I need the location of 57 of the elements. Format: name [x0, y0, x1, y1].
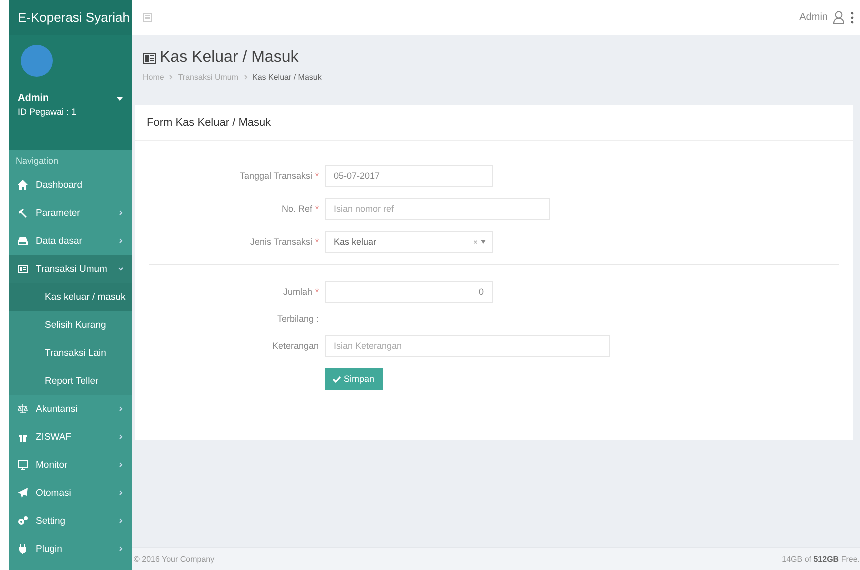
breadcrumb-current: Kas Keluar / Masuk	[252, 73, 322, 82]
app-title: E-Koperasi Syariah	[9, 0, 132, 35]
avatar	[21, 45, 53, 77]
menu-icon	[143, 13, 152, 22]
scale-icon	[18, 404, 28, 414]
user-icon	[833, 11, 845, 24]
chevron-right-icon	[244, 75, 248, 80]
number-field[interactable]: 0	[325, 281, 493, 303]
breadcrumb-link[interactable]: Home	[143, 73, 164, 82]
field-label: Tanggal Transaksi *	[238, 171, 320, 181]
monitor-icon	[18, 460, 28, 470]
input-field[interactable]: Isian nomor ref	[325, 198, 550, 220]
field-label: No. Ref *	[280, 204, 320, 214]
page-title: Kas Keluar / Masuk	[160, 49, 299, 67]
nav-subitem[interactable]: Transaksi Lain	[9, 339, 132, 367]
save-button[interactable]: Simpan	[325, 368, 383, 390]
nav-item[interactable]: ZISWAF	[9, 423, 132, 451]
more-icon	[851, 12, 854, 24]
nav-item[interactable]: Monitor	[9, 451, 132, 479]
nav-subitem[interactable]: Selisih Kurang	[9, 311, 132, 339]
card-icon	[143, 52, 156, 64]
nav-item[interactable]: Otomasi	[9, 479, 132, 507]
input-field[interactable]: Isian Keterangan	[325, 335, 610, 357]
breadcrumb-link[interactable]: Transaksi Umum	[178, 73, 238, 82]
nav-item[interactable]: Transaksi Umum	[9, 255, 132, 283]
nav-heading: Navigation	[15, 155, 60, 168]
paper-plane-icon	[18, 488, 28, 498]
nav-subitem[interactable]: Kas keluar / masuk	[9, 283, 132, 311]
select-field[interactable]: Kas keluar ×	[325, 231, 493, 253]
caret-icon	[117, 96, 123, 102]
input-field[interactable]: 05-07-2017	[325, 165, 493, 187]
card-icon	[18, 264, 28, 274]
user-name: Admin	[18, 93, 50, 104]
home-icon	[18, 180, 28, 190]
caret-icon	[481, 240, 486, 244]
card-title: Form Kas Keluar / Masuk	[135, 105, 853, 141]
storage-text: 14GB of 512GB Free.	[782, 554, 860, 564]
drive-icon	[18, 236, 28, 246]
field-label: Terbilang :	[276, 314, 320, 324]
check-icon	[333, 376, 341, 382]
nav-item[interactable]: Akuntansi	[9, 395, 132, 423]
wrench-icon	[18, 208, 28, 218]
plug-icon	[18, 544, 28, 554]
nav-item[interactable]: Parameter	[9, 199, 132, 227]
chevron-right-icon	[169, 75, 174, 80]
user-menu[interactable]: Admin	[800, 11, 845, 24]
nav-item[interactable]: Dashboard	[9, 171, 132, 199]
clear-icon[interactable]: ×	[473, 238, 478, 246]
field-label: Jumlah *	[282, 287, 320, 297]
nav-subitem[interactable]: Report Teller	[9, 367, 132, 395]
field-label: Keterangan	[271, 341, 320, 351]
copyright-text: © 2016 Your Company	[134, 554, 215, 564]
nav-item[interactable]: Setting	[9, 507, 132, 535]
field-label: Jenis Transaksi *	[249, 237, 320, 247]
nav-item[interactable]: Data dasar	[9, 227, 132, 255]
employee-id: ID Pegawai : 1	[18, 107, 78, 117]
nav-item[interactable]: Plugin	[9, 535, 132, 563]
